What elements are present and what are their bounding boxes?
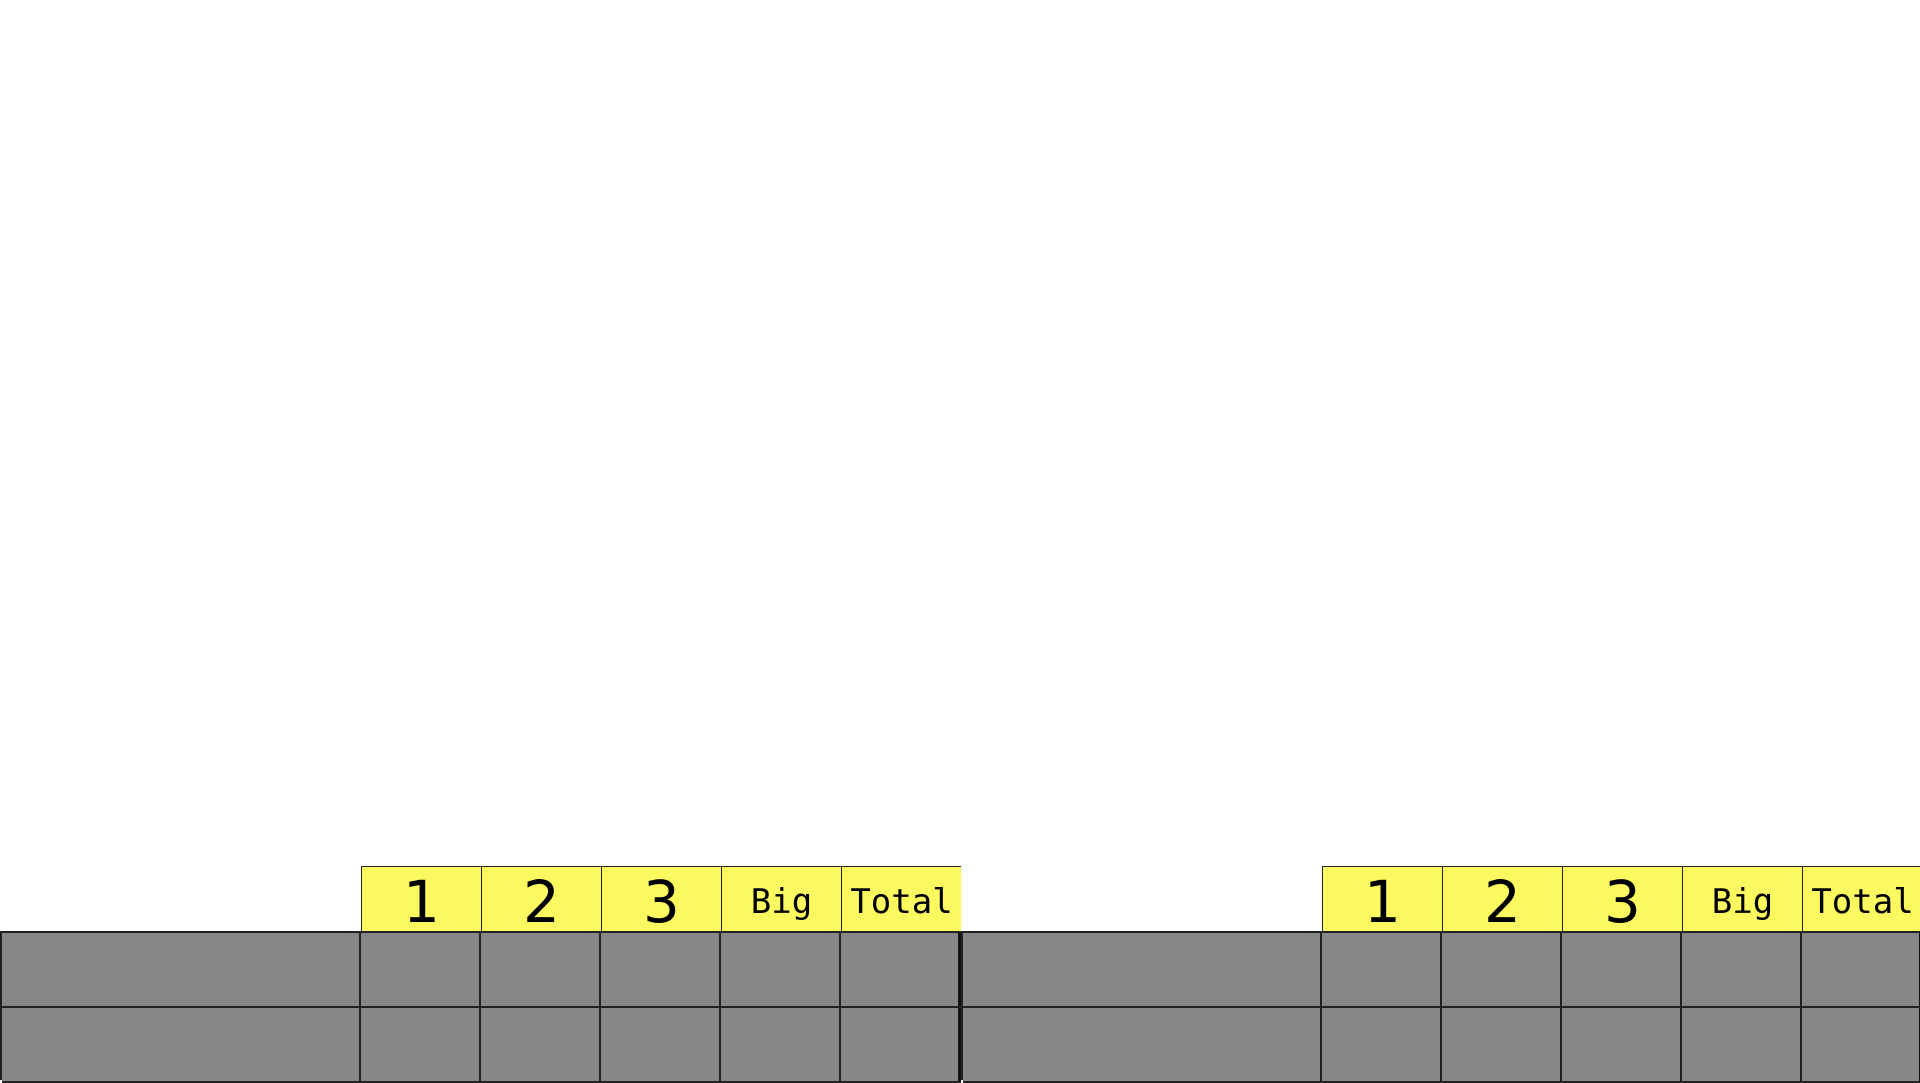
- score-grid: [0, 931, 961, 1083]
- score-cell-3[interactable]: [1562, 933, 1682, 1006]
- score-cell-1[interactable]: [1322, 1008, 1442, 1081]
- header-cell-total: Total: [1802, 867, 1920, 932]
- score-cell-3[interactable]: [601, 1008, 721, 1081]
- score-cell-3[interactable]: [601, 933, 721, 1006]
- score-cell-1[interactable]: [1322, 933, 1442, 1006]
- scoreboard-header-row: 1 2 3 Big Total: [1322, 866, 1920, 936]
- score-cell-1[interactable]: [361, 933, 481, 1006]
- header-cell-2: 2: [1442, 867, 1562, 936]
- scoreboard-right: 1 2 3 Big Total: [961, 866, 1920, 1083]
- score-cell-2[interactable]: [481, 1008, 601, 1081]
- player-name-cell[interactable]: [963, 933, 1322, 1006]
- scoreboard-left: 1 2 3 Big Total: [0, 866, 961, 1083]
- score-cell-big[interactable]: [721, 933, 841, 1006]
- score-cell-big[interactable]: [1682, 1008, 1802, 1081]
- score-cell-total[interactable]: [841, 1008, 961, 1081]
- score-cell-big[interactable]: [1682, 933, 1802, 1006]
- player-name-cell[interactable]: [963, 1008, 1322, 1081]
- score-grid: [961, 931, 1920, 1083]
- score-cell-2[interactable]: [1442, 1008, 1562, 1081]
- score-cell-2[interactable]: [1442, 933, 1562, 1006]
- player-row: [963, 933, 1920, 1008]
- header-cell-1: 1: [361, 867, 481, 936]
- score-cell-total[interactable]: [1802, 933, 1920, 1006]
- player-row: [963, 1008, 1920, 1083]
- player-row: [2, 1008, 961, 1083]
- header-cell-2: 2: [481, 867, 601, 936]
- header-cell-3: 3: [601, 867, 721, 936]
- score-cell-big[interactable]: [721, 1008, 841, 1081]
- score-cell-1[interactable]: [361, 1008, 481, 1081]
- header-cell-big: Big: [1682, 867, 1802, 932]
- score-cell-total[interactable]: [1802, 1008, 1920, 1081]
- player-name-cell[interactable]: [2, 1008, 361, 1081]
- score-cell-2[interactable]: [481, 933, 601, 1006]
- header-cell-big: Big: [721, 867, 841, 932]
- header-cell-total: Total: [841, 867, 961, 932]
- header-cell-1: 1: [1322, 867, 1442, 936]
- player-name-cell[interactable]: [2, 933, 361, 1006]
- player-row: [2, 933, 961, 1008]
- score-cell-total[interactable]: [841, 933, 961, 1006]
- score-cell-3[interactable]: [1562, 1008, 1682, 1081]
- scoreboard-header-row: 1 2 3 Big Total: [361, 866, 961, 936]
- header-cell-3: 3: [1562, 867, 1682, 936]
